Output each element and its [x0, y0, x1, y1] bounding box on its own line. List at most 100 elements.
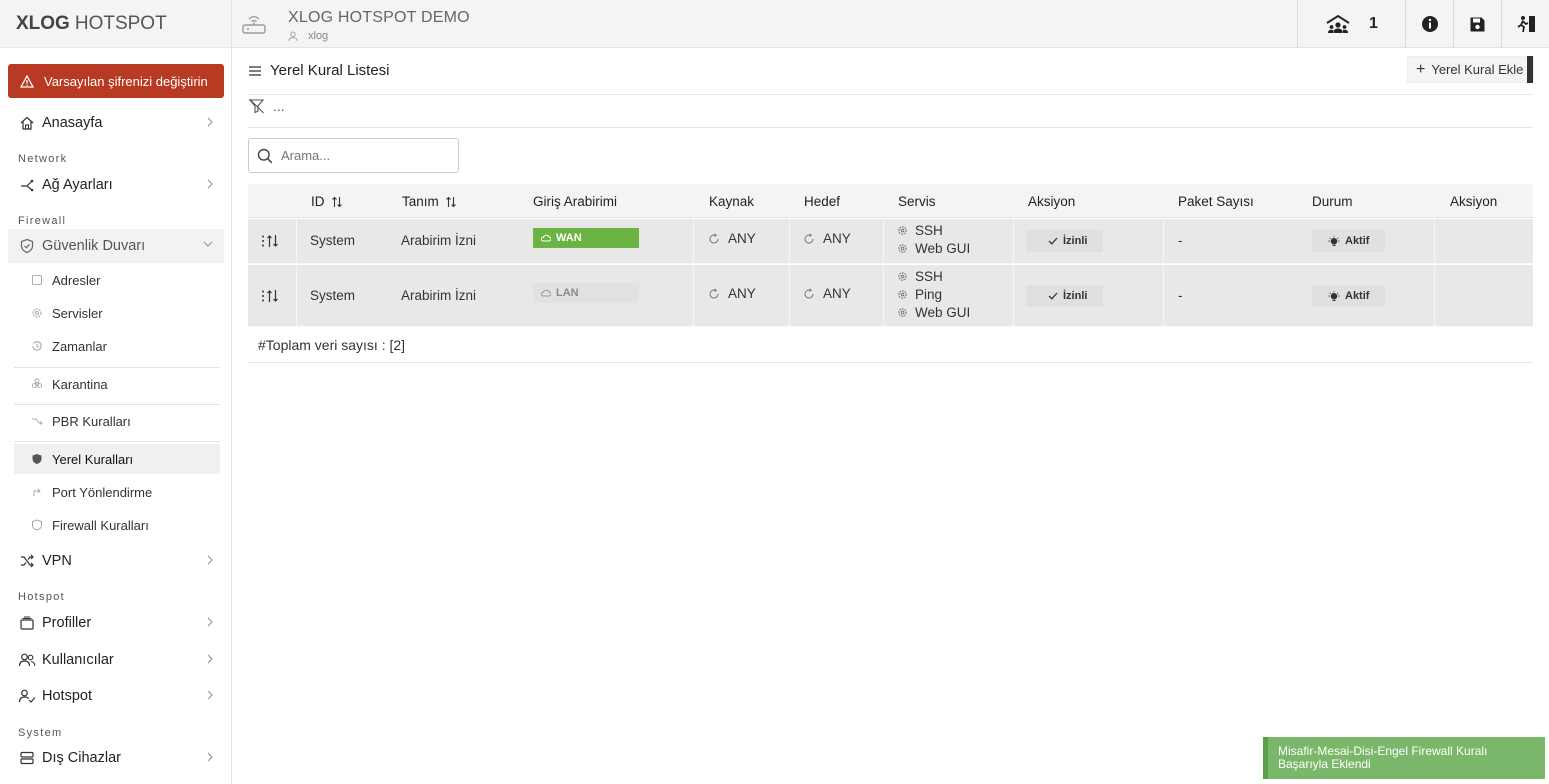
sidebar-item-network-settings[interactable]: Ağ Ayarları	[8, 170, 224, 200]
cell-separator	[789, 219, 790, 264]
service-label: SSH	[915, 268, 943, 284]
column-header-packet-count: Paket Sayısı	[1178, 194, 1254, 209]
cell-separator	[1163, 265, 1164, 327]
cell-source: ANY	[708, 286, 756, 301]
toast-message: Misafir-Mesai-Disi-Engel Firewall Kuralı…	[1278, 744, 1488, 771]
service-item: SSH	[897, 267, 943, 285]
online-users-button[interactable]: 1	[1297, 0, 1405, 48]
source-label: ANY	[728, 231, 756, 246]
action-badge-allowed: İzinli	[1026, 230, 1104, 252]
sidebar-item-label: VPN	[42, 553, 72, 569]
divider	[248, 362, 1533, 363]
sidebar-item-schedules[interactable]: Zamanlar	[14, 331, 220, 361]
cell-separator	[693, 219, 694, 264]
filter-text: ...	[273, 98, 285, 114]
drag-sort-handle[interactable]	[260, 233, 282, 249]
sidebar-item-label: PBR Kuralları	[52, 413, 131, 429]
sidebar-item-label: Servisler	[52, 305, 103, 321]
sidebar-item-pbr-rules[interactable]: PBR Kuralları	[14, 406, 220, 436]
service-label: Web GUI	[915, 240, 971, 256]
brand-light: HOTSPOT	[74, 12, 167, 34]
sidebar-item-services[interactable]: Servisler	[14, 298, 220, 328]
section-label-system: System	[18, 727, 63, 739]
table-row[interactable]: System Arabirim İzni LAN ANY ANY SSH Pin…	[248, 265, 1533, 327]
sidebar-item-home[interactable]: Anasayfa	[8, 108, 224, 138]
status-badge-active[interactable]: Aktif	[1312, 285, 1386, 307]
search-input[interactable]	[281, 148, 451, 163]
column-header-source: Kaynak	[709, 194, 755, 209]
cell-separator	[1013, 219, 1014, 264]
cell-destination: ANY	[803, 231, 851, 246]
info-icon	[1421, 16, 1438, 32]
interface-badge-lan: LAN	[533, 283, 639, 303]
chevron-right-icon	[207, 654, 213, 664]
sidebar-item-external-devices[interactable]: Dış Cihazlar	[8, 743, 224, 773]
section-label-network: Network	[18, 153, 68, 165]
cell-separator	[883, 219, 884, 264]
page-title-text: Yerel Kural Listesi	[270, 62, 390, 79]
sidebar-item-label: Profiller	[42, 615, 92, 631]
sidebar-item-label: Hotspot	[42, 688, 92, 704]
status-label: Aktif	[1345, 290, 1370, 302]
network-icon	[18, 176, 36, 194]
cell-separator	[883, 265, 884, 327]
save-button[interactable]	[1453, 0, 1501, 48]
success-toast[interactable]: Misafir-Mesai-Disi-Engel Firewall Kuralı…	[1263, 737, 1545, 779]
chevron-right-icon	[207, 179, 213, 189]
status-badge-active[interactable]: Aktif	[1312, 230, 1386, 252]
sidebar: XLOG HOTSPOT Varsayılan şifrenizi değişt…	[0, 0, 232, 784]
gear-icon	[898, 307, 907, 317]
sidebar-divider	[14, 441, 220, 442]
cloud-icon	[541, 289, 551, 297]
service-label: Web GUI	[915, 304, 971, 320]
drag-handle-icon	[262, 290, 278, 302]
cell-services: SSH Ping Web GUI	[897, 267, 970, 321]
username: xlog	[308, 30, 329, 42]
cell-destination: ANY	[803, 286, 851, 301]
cell-description: Arabirim İzni	[401, 233, 477, 248]
sidebar-item-hotspot[interactable]: Hotspot	[8, 681, 224, 711]
logout-button[interactable]	[1501, 0, 1549, 48]
refresh-icon	[804, 287, 814, 298]
chevron-right-icon	[207, 690, 213, 700]
online-users-count: 1	[1369, 15, 1378, 32]
chevron-right-icon	[207, 555, 213, 565]
table-row[interactable]: System Arabirim İzni WAN ANY ANY SSH Web…	[248, 219, 1533, 264]
status-label: Aktif	[1345, 235, 1370, 247]
column-header-service: Servis	[898, 194, 936, 209]
sidebar-item-profiles[interactable]: Profiller	[8, 608, 224, 638]
sidebar-item-users[interactable]: Kullanıcılar	[8, 645, 224, 675]
users-icon	[18, 651, 36, 669]
change-password-alert-button[interactable]: Varsayılan şifrenizi değiştirin	[8, 64, 224, 98]
sort-icon	[331, 196, 342, 207]
chevron-right-icon	[207, 752, 213, 762]
section-label-hotspot: Hotspot	[18, 591, 66, 603]
filter-row[interactable]: ...	[248, 98, 285, 114]
column-header-description[interactable]: Tanım	[402, 194, 457, 209]
cell-services: SSH Web GUI	[897, 221, 970, 257]
sidebar-item-firewall-rules[interactable]: Firewall Kuralları	[14, 510, 220, 540]
info-button[interactable]	[1405, 0, 1453, 48]
brand-logo[interactable]: XLOG HOTSPOT	[0, 0, 231, 48]
shield-check-icon	[18, 237, 36, 255]
search-box[interactable]	[248, 138, 459, 173]
alert-label: Varsayılan şifrenizi değiştirin	[44, 73, 208, 89]
cell-separator	[296, 265, 297, 327]
drag-sort-handle[interactable]	[260, 288, 282, 304]
action-badge-allowed: İzinli	[1026, 285, 1104, 307]
save-icon	[1470, 17, 1485, 31]
sidebar-item-label: Anasayfa	[42, 115, 103, 131]
sidebar-item-quarantine[interactable]: Karantina	[14, 369, 220, 399]
service-label: SSH	[915, 222, 943, 238]
column-header-id[interactable]: ID	[311, 194, 343, 209]
sidebar-item-local-rules[interactable]: Yerel Kuralları	[14, 444, 220, 474]
device-title: XLOG HOTSPOT DEMO	[288, 9, 470, 26]
sidebar-item-vpn[interactable]: VPN	[8, 546, 224, 576]
menu-icon	[249, 65, 261, 76]
gear-icon	[898, 289, 907, 299]
add-local-rule-button[interactable]: + Yerel Kural Ekle	[1407, 56, 1535, 83]
sidebar-item-port-forwarding[interactable]: Port Yönlendirme	[14, 477, 220, 507]
sidebar-item-addresses[interactable]: Adresler	[14, 265, 220, 295]
cell-id: System	[310, 288, 356, 303]
sidebar-item-firewall[interactable]: Güvenlik Duvarı	[8, 229, 224, 263]
